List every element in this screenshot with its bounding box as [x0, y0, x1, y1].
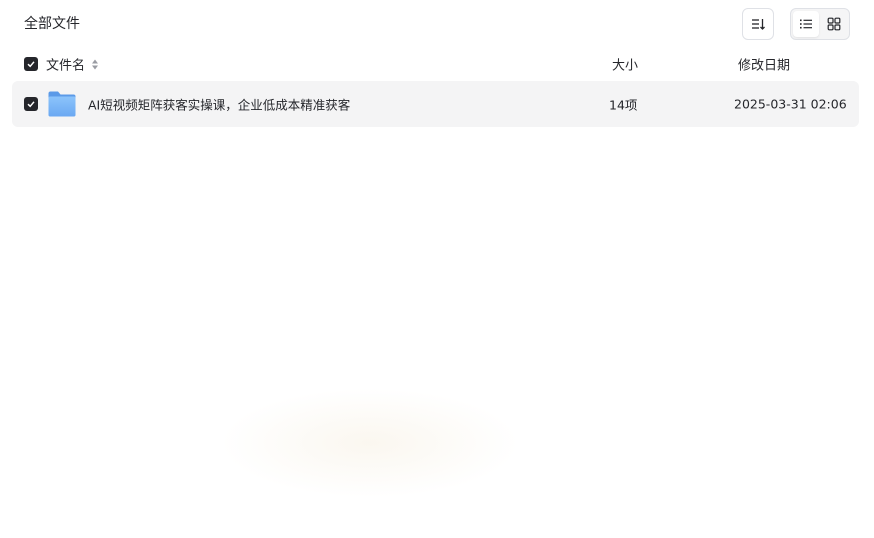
list-view-button[interactable] [793, 11, 819, 37]
view-toggle [790, 8, 850, 40]
column-header-name[interactable]: 文件名 [46, 55, 99, 74]
column-header-name-label: 文件名 [46, 58, 86, 74]
column-header-date[interactable]: 修改日期 [738, 55, 790, 74]
file-name[interactable]: AI短视频矩阵获客实操课，企业低成本精准获客 [88, 95, 350, 114]
row-checkbox[interactable] [24, 97, 38, 111]
check-icon [27, 101, 35, 108]
list-view-icon [800, 19, 812, 29]
toolbar [742, 8, 850, 40]
sort-icon [752, 19, 765, 30]
table-header: 文件名 大小 修改日期 [12, 50, 859, 78]
table-row[interactable]: AI短视频矩阵获客实操课，企业低成本精准获客 14项 2025-03-31 02… [12, 81, 859, 127]
column-header-size[interactable]: 大小 [612, 55, 638, 74]
select-all-checkbox[interactable] [24, 57, 38, 71]
folder-icon [48, 91, 76, 117]
file-size: 14项 [609, 97, 638, 113]
background-watermark [220, 388, 520, 498]
grid-view-icon [827, 17, 841, 31]
check-icon [27, 61, 35, 68]
sort-toggle-icon[interactable] [91, 58, 99, 70]
file-date: 2025-03-31 02:06 [734, 96, 847, 112]
breadcrumb-label[interactable]: 全部文件 [24, 15, 80, 33]
sort-button[interactable] [742, 8, 774, 40]
grid-view-button[interactable] [821, 11, 847, 37]
